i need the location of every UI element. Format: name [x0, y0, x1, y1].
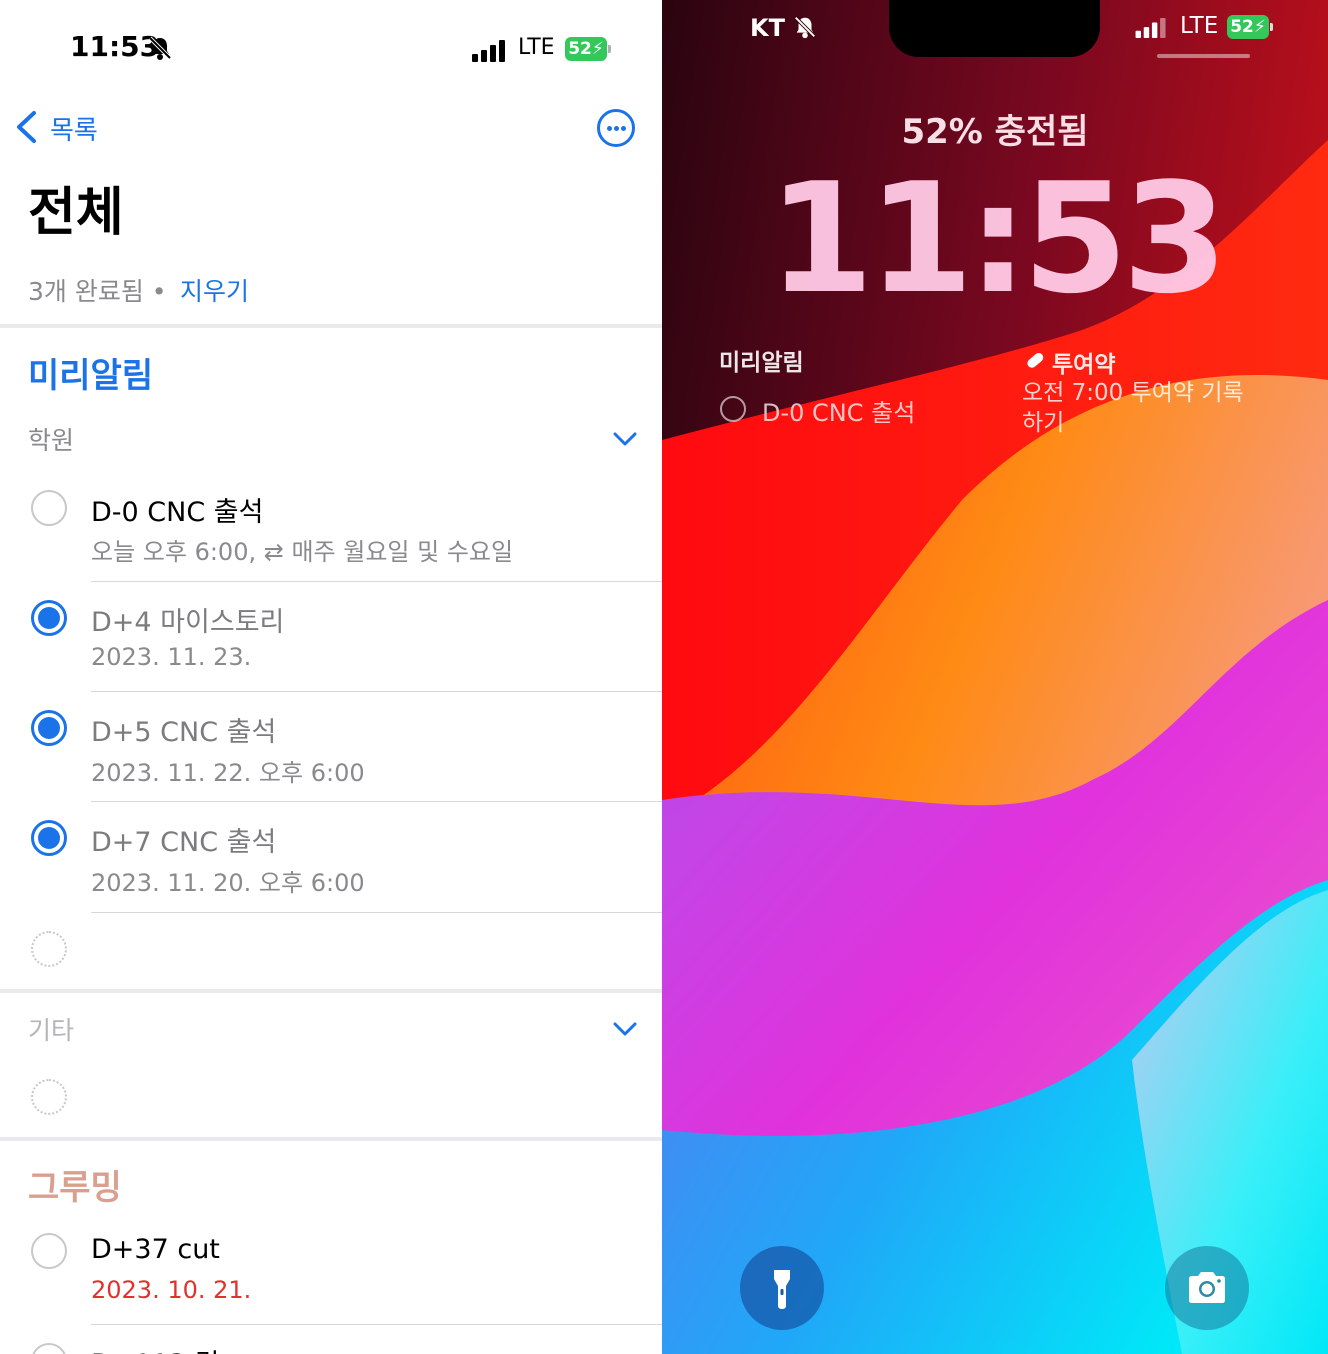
- signal-icon: [1135, 18, 1166, 38]
- camera-icon: [1189, 1272, 1225, 1303]
- lock-clock: 11:53: [768, 150, 1228, 327]
- battery-indicator: 52⚡: [565, 37, 607, 61]
- network-type: LTE: [1180, 13, 1219, 39]
- list-title-reminders: 미리알림: [28, 356, 154, 396]
- completed-count: 3개 완료됨 •: [28, 277, 167, 306]
- row-divider: [91, 1324, 662, 1325]
- battery-level: 52: [568, 39, 592, 59]
- reminder-subtitle: 2023. 11. 20. 오후 6:00: [91, 869, 365, 897]
- reminder-checkbox[interactable]: [31, 1343, 67, 1354]
- reminder-checkbox-checked[interactable]: [31, 710, 67, 746]
- clear-completed-button[interactable]: 지우기: [180, 272, 249, 308]
- battery-level: 52: [1230, 17, 1254, 37]
- battery-tip: [1270, 23, 1273, 31]
- row-divider: [91, 801, 662, 802]
- reminders-app: 11:53 LTE 52⚡ 목록 전체 3개 완료됨 • 지우기 미리알림 학원…: [0, 0, 662, 1354]
- reminder-title[interactable]: D-0 CNC 출석: [91, 490, 263, 529]
- new-reminder-placeholder[interactable]: [31, 1079, 67, 1115]
- status-underline: [1157, 54, 1250, 58]
- reminder-subtitle: 오늘 오후 6:00, ⇄ 매주 월요일 및 수요일: [91, 538, 514, 566]
- bell-slash-icon: [794, 16, 816, 39]
- group-label-other: 기타: [28, 1016, 75, 1045]
- battery-indicator: 52⚡: [1227, 15, 1269, 39]
- reminder-title[interactable]: D+7 CNC 출석: [91, 820, 276, 859]
- signal-icon: [472, 40, 505, 62]
- lock-screen: KT LTE 52⚡ 52% 충전됨 11:53 미리알림 D-0 CNC 출석…: [662, 0, 1328, 1354]
- reminder-subtitle: 2023. 11. 23.: [91, 643, 252, 671]
- widget-reminder-checkbox[interactable]: [720, 396, 746, 422]
- row-divider: [91, 912, 662, 913]
- section-divider: [0, 1137, 662, 1141]
- reminder-checkbox[interactable]: [31, 1233, 67, 1269]
- flashlight-button[interactable]: [740, 1246, 824, 1330]
- reminder-subtitle: 2023. 11. 22. 오후 6:00: [91, 759, 365, 787]
- bell-slash-icon: [148, 36, 172, 60]
- widget-meds-title: 투여약: [1052, 352, 1116, 378]
- back-button[interactable]: 목록: [50, 110, 98, 147]
- reminder-title[interactable]: D+113 컷: [91, 1342, 219, 1354]
- dynamic-island: [889, 0, 1100, 57]
- carrier-name: KT: [750, 14, 785, 42]
- dot-icon: [621, 126, 626, 131]
- chevron-down-icon[interactable]: [612, 430, 638, 448]
- new-reminder-placeholder[interactable]: [31, 931, 67, 967]
- reminder-title[interactable]: D+5 CNC 출석: [91, 710, 276, 749]
- camera-button[interactable]: [1165, 1246, 1249, 1330]
- page-title: 전체: [28, 183, 124, 243]
- dot-icon: [607, 126, 612, 131]
- reminder-title[interactable]: D+4 마이스토리: [91, 600, 284, 639]
- reminder-checkbox-checked[interactable]: [31, 600, 67, 636]
- more-options-button[interactable]: [597, 109, 635, 147]
- reminder-checkbox[interactable]: [31, 490, 67, 526]
- pill-icon: [1027, 352, 1044, 368]
- section-divider: [0, 324, 662, 328]
- charging-status: 52% 충전됨: [901, 112, 1089, 152]
- chevron-down-icon[interactable]: [612, 1020, 638, 1038]
- row-divider: [91, 581, 662, 582]
- battery-tip: [608, 45, 611, 53]
- reminder-checkbox-checked[interactable]: [31, 820, 67, 856]
- reminder-due-date: 2023. 10. 21.: [91, 1276, 252, 1304]
- flashlight-icon: [774, 1270, 790, 1309]
- row-divider: [91, 691, 662, 692]
- group-label-academy: 학원: [28, 426, 75, 455]
- network-type: LTE: [518, 35, 555, 60]
- list-title-grooming: 그루밍: [28, 1168, 122, 1208]
- widget-meds-text[interactable]: 오전 7:00 투여약 기록하기: [1022, 378, 1262, 438]
- dot-icon: [614, 126, 619, 131]
- widget-reminders-title: 미리알림: [719, 350, 804, 376]
- chevron-left-icon[interactable]: [14, 110, 38, 144]
- reminder-title[interactable]: D+37 cut: [91, 1234, 220, 1265]
- widget-reminder-item[interactable]: D-0 CNC 출석: [762, 393, 915, 428]
- section-divider: [0, 989, 662, 993]
